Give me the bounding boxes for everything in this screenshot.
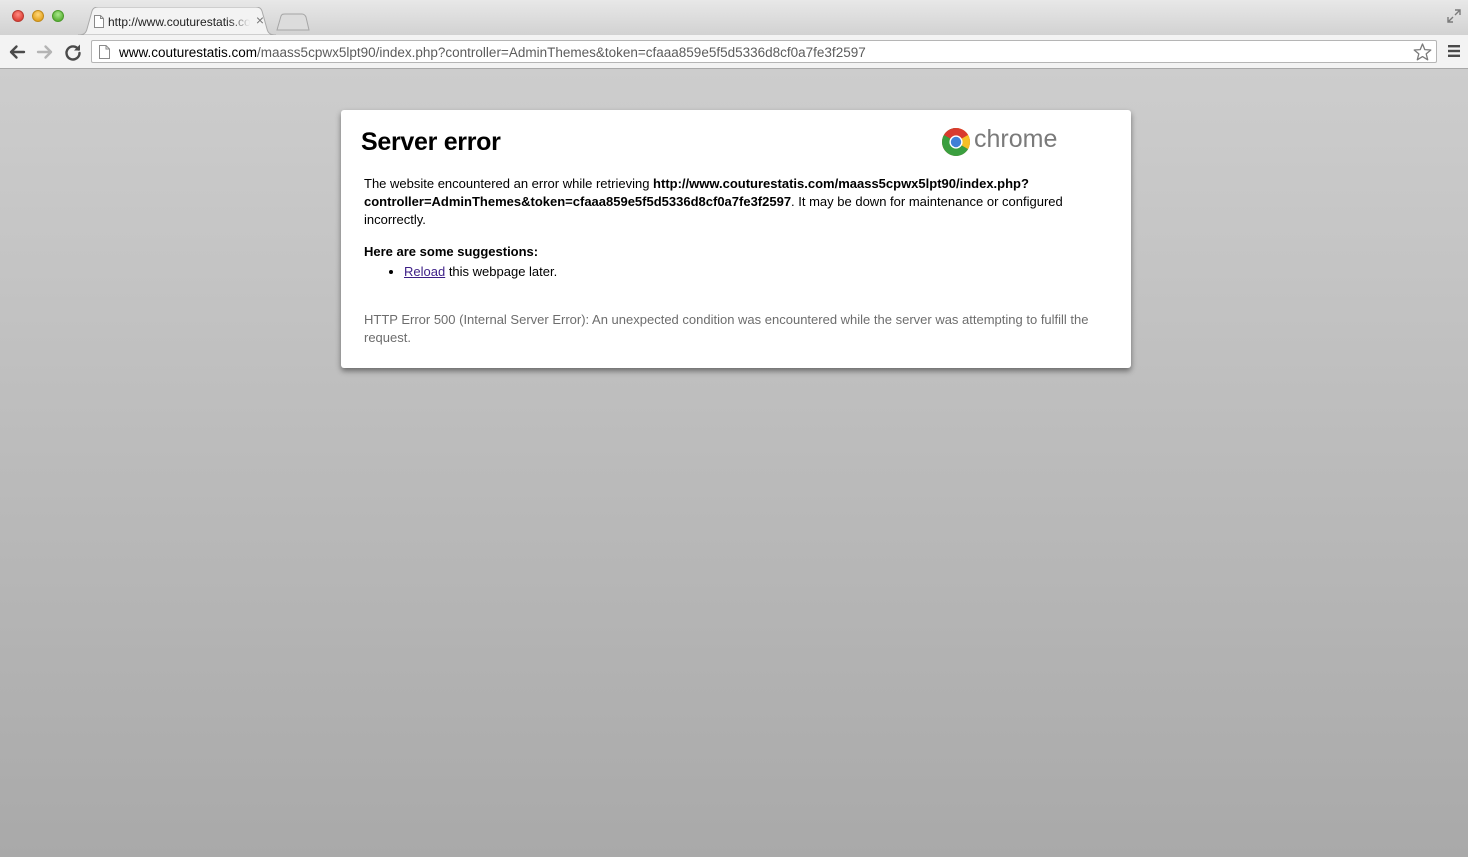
suggestion-text: this webpage later. — [445, 264, 558, 279]
suggestions-heading: Here are some suggestions: — [364, 244, 539, 259]
error-details: HTTP Error 500 (Internal Server Error): … — [364, 312, 1089, 345]
error-url-line2: controller=AdminThemes&token=cfaaa859e5f… — [364, 194, 792, 209]
page-icon — [99, 45, 110, 59]
error-message-lead: The website encountered an error while r… — [364, 176, 654, 191]
star-icon[interactable] — [1413, 43, 1432, 61]
address-url[interactable]: www.couturestatis.com/maass5cpwx5lpt90/i… — [119, 45, 866, 60]
suggestion-item: Reload this webpage later. — [404, 263, 557, 281]
title-bar: http://www.couturestatis.com/maass5cpwx5… — [0, 0, 1468, 35]
reload-icon[interactable] — [63, 42, 83, 62]
tab-active[interactable]: http://www.couturestatis.com/maass5cpwx5… — [78, 7, 276, 35]
menu-icon[interactable] — [1447, 44, 1461, 58]
forward-arrow-icon[interactable] — [35, 42, 55, 62]
url-path: /maass5cpwx5lpt90/index.php?controller=A… — [257, 45, 866, 60]
page-content: Server error chrome The website encounte… — [0, 69, 1468, 857]
chrome-brand-text: chrome — [974, 125, 1058, 153]
error-box: Server error chrome The website encounte… — [341, 110, 1131, 368]
window-minimize-icon[interactable] — [32, 10, 44, 22]
error-title: Server error — [361, 128, 501, 156]
page-icon — [94, 15, 104, 28]
error-message: The website encountered an error while r… — [364, 175, 1094, 229]
back-arrow-icon[interactable] — [7, 42, 27, 62]
fullscreen-icon[interactable] — [1446, 8, 1462, 24]
window-close-icon[interactable] — [12, 10, 24, 22]
reload-link[interactable]: Reload — [404, 264, 445, 279]
error-url-line1: http://www.couturestatis.com/maass5cpwx5… — [653, 176, 1029, 191]
tab-title: http://www.couturestatis.com/maass5cpwx5… — [108, 15, 250, 29]
url-host: www.couturestatis.com — [119, 45, 258, 60]
tab-close-icon[interactable]: × — [254, 13, 266, 27]
browser-toolbar: www.couturestatis.com/maass5cpwx5lpt90/i… — [0, 35, 1468, 69]
suggestions-list: Reload this webpage later. — [364, 263, 557, 281]
window-maximize-icon[interactable] — [52, 10, 64, 22]
chrome-logo-icon — [942, 128, 970, 156]
address-bar[interactable]: www.couturestatis.com/maass5cpwx5lpt90/i… — [91, 40, 1437, 63]
new-tab-icon[interactable] — [276, 13, 310, 31]
